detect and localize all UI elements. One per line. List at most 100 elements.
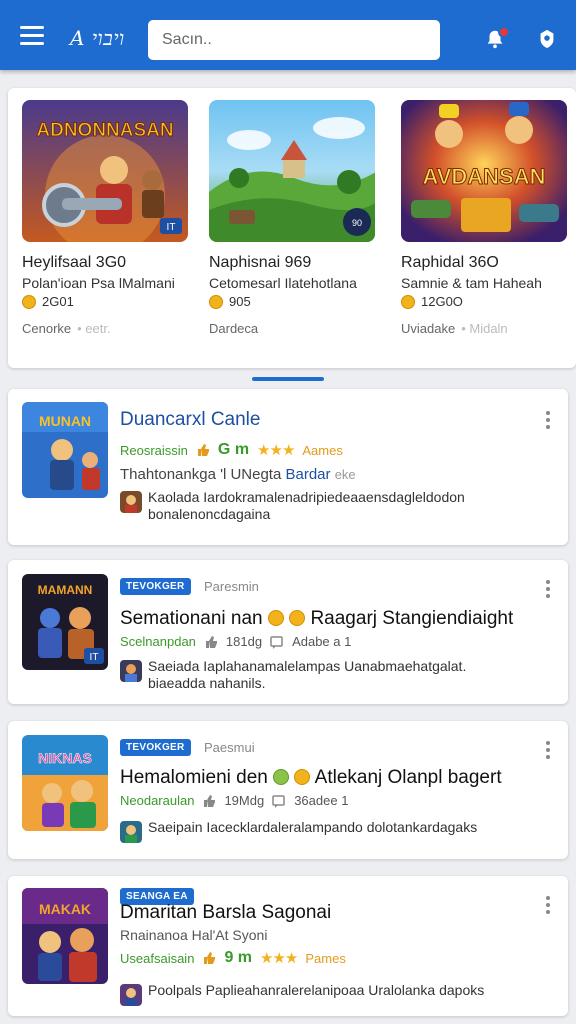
- featured-rating-value: 2G01: [42, 294, 74, 309]
- featured-meta-label: Cenorke: [22, 321, 72, 336]
- featured-item[interactable]: AVDANSAN Raphidal 36O Samnie & tam Hahea…: [401, 100, 571, 336]
- more-options-icon[interactable]: [540, 578, 556, 600]
- featured-meta-faded: • eetr.: [77, 321, 111, 336]
- description-text: Thahtonankga 'l UNegta: [120, 466, 282, 483]
- description-tail: eke: [334, 467, 356, 482]
- featured-title: Heylifsaal 3G0: [22, 254, 127, 271]
- svg-text:MUNAN: MUNAN: [39, 413, 91, 429]
- comment-icon: [270, 635, 283, 649]
- thumbs-up-icon: [197, 444, 209, 456]
- search-input[interactable]: [148, 20, 440, 60]
- star-rating: ★★★: [257, 442, 295, 459]
- stat-extra: 36adee 1: [294, 793, 349, 808]
- category-badge: TEVOKGER: [120, 739, 191, 756]
- card-title: Duancarxl Canle: [120, 409, 261, 430]
- author-line: Saeiada Iaplahanamalelampas Uanabmaehatg…: [148, 658, 467, 674]
- avatar[interactable]: [120, 491, 142, 513]
- more-options-icon[interactable]: [540, 409, 556, 431]
- card-subtitle: Rnainanoa Hal'At Syoni: [120, 927, 268, 943]
- game-thumbnail: MAKAK: [22, 888, 108, 984]
- author-text: Saeipain Iacecklardaleralampando dolotan…: [148, 819, 477, 836]
- description-link[interactable]: Bardar: [285, 466, 330, 483]
- app-bar: A ויבוי: [0, 0, 576, 70]
- coin-icon: [273, 769, 290, 785]
- svg-text:IT: IT: [167, 222, 176, 233]
- game-thumbnail: MUNAN: [22, 402, 108, 498]
- card-title-text: Semationani nan: [120, 608, 263, 629]
- featured-thumbnail: AVDANSAN: [401, 100, 567, 242]
- game-card[interactable]: MUNAN Duancarxl Canle Reosraissin G m ★★…: [8, 389, 568, 545]
- card-title: Dmaritan Barsla Sagonai: [120, 902, 332, 923]
- featured-meta: Uviadake • Midaln: [401, 321, 571, 336]
- stat-value: 19Mdg: [224, 793, 265, 808]
- author-line: Saeipain Iacecklardaleralampando dolotan…: [148, 819, 478, 835]
- more-options-icon[interactable]: [540, 739, 556, 761]
- featured-carousel[interactable]: ADNONNASAN IT Heylifsaal 3G0 Polan'ioan …: [8, 88, 576, 368]
- author-line: bonalenoncdagaina: [148, 506, 271, 522]
- featured-meta-faded: • Midaln: [461, 321, 508, 336]
- stat-label: Useafsaisain: [120, 950, 195, 966]
- featured-item[interactable]: 90 Naphisnai 969 Cetomesarl Ilatehotlana…: [209, 100, 379, 336]
- stat-extra: Aames: [302, 442, 343, 458]
- game-thumbnail: MAMANN IT: [22, 574, 108, 670]
- badge-icon: [294, 769, 311, 785]
- svg-text:NIKNAS: NIKNAS: [38, 750, 92, 766]
- avatar[interactable]: [120, 660, 142, 682]
- coin-icon: [401, 294, 415, 309]
- menu-icon[interactable]: [20, 26, 44, 45]
- stat-extra: Adabe a 1: [292, 634, 352, 649]
- more-options-icon[interactable]: [540, 894, 556, 916]
- card-title-tail: Raagarj Stangiendiaight: [310, 608, 514, 629]
- stat-label: Neodaraulan: [120, 793, 195, 808]
- thumbs-up-icon: [204, 794, 216, 807]
- card-title-tail: Atlekanj Olanpl bagert: [314, 767, 502, 788]
- stat-extra: Pames: [305, 950, 346, 966]
- featured-rating: 2G01: [22, 294, 192, 309]
- author-text: Poolpals Paplieahanralerelanipoaa Uralol…: [148, 982, 484, 999]
- avatar[interactable]: [120, 984, 142, 1006]
- author-text: Saeiada Iaplahanamalelampas Uanabmaehatg…: [148, 658, 466, 692]
- featured-title: Naphisnai 969: [209, 254, 312, 271]
- game-card[interactable]: NIKNAS TEVOKGER Paesmui Hemalomieni den …: [8, 721, 568, 859]
- card-title: Hemalomieni den Atlekanj Olanpl bagert: [120, 767, 502, 789]
- card-stats: Reosraissin G m ★★★ Aames: [120, 441, 343, 459]
- stat-value: 181dg: [225, 634, 263, 649]
- featured-rating: 12G0O: [401, 294, 571, 309]
- card-stats: Useafsaisain 9 m ★★★ Pames: [120, 949, 346, 967]
- coin-icon: [209, 294, 223, 309]
- carousel-indicator[interactable]: [252, 377, 324, 381]
- stat-value: 9 m: [224, 949, 253, 966]
- featured-thumbnail: 90: [209, 100, 375, 242]
- card-title: Semationani nan Raagarj Stangiendiaight: [120, 608, 513, 630]
- game-card[interactable]: MAKAK SEANGA EA Dmaritan Barsla Sagonai …: [8, 876, 568, 1016]
- badge-caption: Paresmin: [204, 579, 259, 594]
- featured-rating-value: 12G0O: [421, 294, 463, 309]
- svg-text:MAKAK: MAKAK: [39, 901, 91, 917]
- featured-item[interactable]: ADNONNASAN IT Heylifsaal 3G0 Polan'ioan …: [22, 100, 192, 336]
- category-badge: TEVOKGER: [120, 578, 191, 595]
- thumbs-up-icon: [204, 952, 216, 964]
- card-stats: Scelnanpdan 181dg Adabe a 1: [120, 634, 351, 649]
- game-card[interactable]: MAMANN IT TEVOKGER Paresmin Semationani …: [8, 560, 568, 704]
- featured-meta-label: Dardeca: [209, 321, 259, 336]
- game-thumbnail: NIKNAS: [22, 735, 108, 831]
- author-row: Saeipain Iacecklardaleralampando dolotan…: [120, 819, 520, 843]
- svg-text:90: 90: [352, 218, 362, 228]
- stat-label: Scelnanpdan: [120, 634, 196, 649]
- featured-meta: Cenorke • eetr.: [22, 321, 192, 336]
- avatar[interactable]: [120, 821, 142, 843]
- card-description: Thahtonankga 'l UNegta Bardar eke: [120, 466, 356, 483]
- badge-caption: Paesmui: [204, 740, 255, 755]
- author-row: Kaolada Iardokramalenadripiedeaaensdagle…: [120, 489, 520, 523]
- thumb-title-text: ADNONNASAN: [36, 120, 173, 141]
- author-row: Poolpals Paplieahanralerelanipoaa Uralol…: [120, 982, 520, 1006]
- svg-text:MAMANN: MAMANN: [38, 583, 93, 597]
- featured-meta-label: Uviadake: [401, 321, 456, 336]
- stat-value: G m: [217, 441, 250, 458]
- gamepad-icon[interactable]: [536, 28, 558, 50]
- badge-icon: [289, 610, 306, 626]
- stat-label: Reosraissin: [120, 442, 188, 458]
- author-row: Saeiada Iaplahanamalelampas Uanabmaehatg…: [120, 658, 520, 692]
- app-logo[interactable]: A ויבוי: [70, 26, 125, 51]
- card-stats: Neodaraulan 19Mdg 36adee 1: [120, 793, 348, 808]
